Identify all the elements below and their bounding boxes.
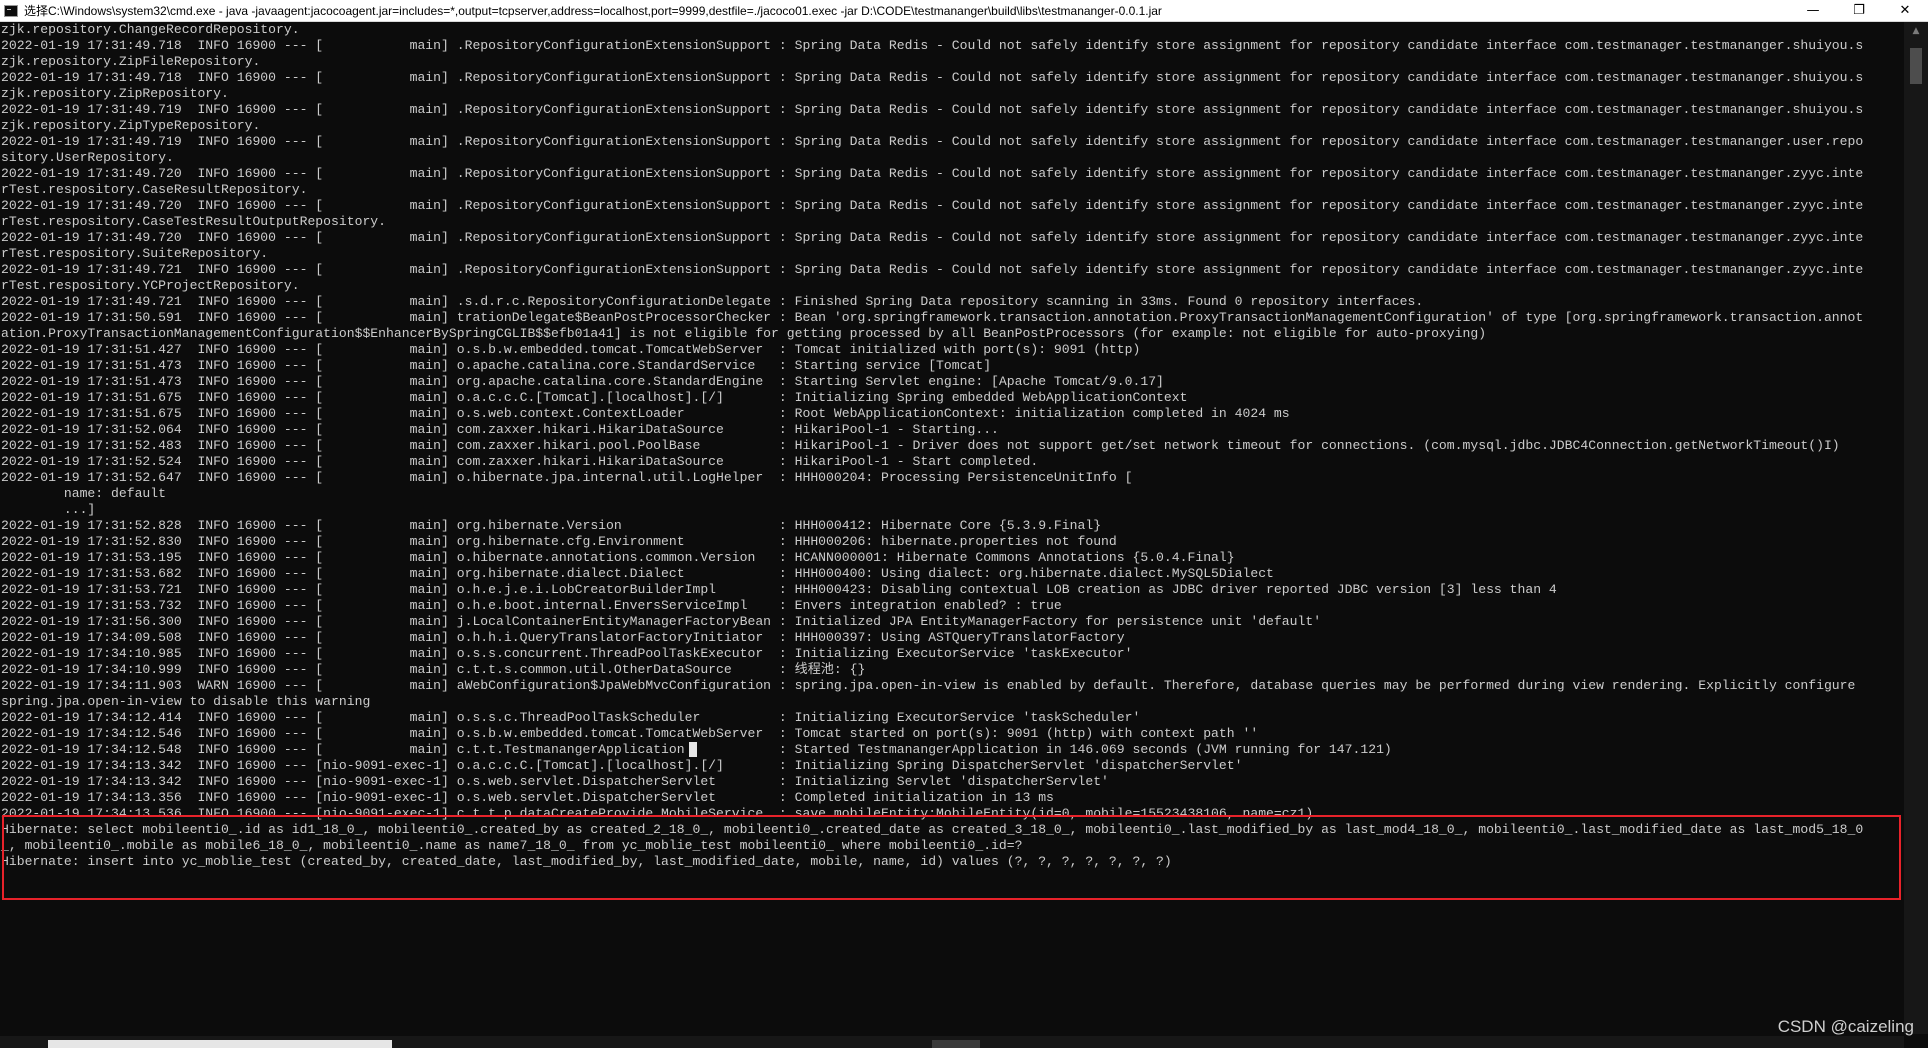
console-line: 2022-01-19 17:34:10.999 INFO 16900 --- […	[1, 662, 866, 677]
console-line: 2022-01-19 17:31:52.828 INFO 16900 --- […	[1, 518, 1102, 533]
title-bar[interactable]: 选择C:\Windows\system32\cmd.exe - java -ja…	[0, 0, 1928, 22]
console-line: 2022-01-19 17:34:13.342 INFO 16900 --- […	[1, 758, 1243, 773]
console-line: 2022-01-19 17:31:52.524 INFO 16900 --- […	[1, 454, 1039, 469]
window-title: 选择C:\Windows\system32\cmd.exe - java -ja…	[24, 4, 1162, 18]
console-line: zjk.repository.ZipTypeRepository.	[1, 118, 261, 133]
console-line: 2022-01-19 17:31:51.675 INFO 16900 --- […	[1, 390, 1188, 405]
console-line: sitory.UserRepository.	[1, 150, 174, 165]
console-line: 2022-01-19 17:31:53.195 INFO 16900 --- […	[1, 550, 1235, 565]
console-line: zjk.repository.ZipRepository.	[1, 86, 229, 101]
console-line: 2022-01-19 17:31:49.718 INFO 16900 --- […	[1, 38, 1864, 53]
console-line: Hibernate: insert into yc_moblie_test (c…	[1, 854, 1172, 869]
console-line: 2022-01-19 17:31:51.473 INFO 16900 --- […	[1, 374, 1164, 389]
console-line: 2022-01-19 17:34:13.536 INFO 16900 --- […	[1, 806, 1314, 821]
console-line: spring.jpa.open-in-view to disable this …	[1, 694, 371, 709]
console-line: 2022-01-19 17:31:49.719 INFO 16900 --- […	[1, 134, 1864, 149]
console-line: 2022-01-19 17:34:09.508 INFO 16900 --- […	[1, 630, 1125, 645]
console-line: 2022-01-19 17:31:49.721 INFO 16900 --- […	[1, 262, 1864, 277]
console-line: 2022-01-19 17:34:11.903 WARN 16900 --- […	[1, 678, 1856, 693]
horizontal-scrollbar[interactable]	[0, 1036, 1904, 1048]
console-line: 2022-01-19 17:31:52.647 INFO 16900 --- […	[1, 470, 1133, 485]
console-line: ation.ProxyTransactionManagementConfigur…	[1, 326, 1487, 341]
console-line: 2022-01-19 17:31:49.720 INFO 16900 --- […	[1, 166, 1864, 181]
console-output[interactable]: zjk.repository.ChangeRecordRepository. 20…	[0, 22, 1902, 1034]
console-line: 2022-01-19 17:34:12.546 INFO 16900 --- […	[1, 726, 1259, 741]
minimize-button[interactable]: —	[1790, 0, 1836, 21]
console-line: 2022-01-19 17:31:49.721 INFO 16900 --- […	[1, 294, 1424, 309]
console-line: name: default	[1, 486, 167, 501]
console-line: 2022-01-19 17:31:49.720 INFO 16900 --- […	[1, 230, 1864, 245]
console-line: ...]	[1, 502, 96, 517]
scroll-up-arrow-icon[interactable]: ▲	[1904, 22, 1928, 40]
horizontal-scroll-thumb[interactable]	[48, 1040, 392, 1048]
console-line: _, mobileenti0_.mobile as mobile6_18_0_,…	[1, 838, 1023, 853]
console-line: zjk.repository.ChangeRecordRepository.	[1, 22, 300, 37]
console-line: rTest.respository.CaseResultRepository.	[1, 182, 308, 197]
console-line: 2022-01-19 17:31:52.064 INFO 16900 --- […	[1, 422, 999, 437]
console-line: 2022-01-19 17:31:53.732 INFO 16900 --- […	[1, 598, 1062, 613]
console-line: 2022-01-19 17:31:49.720 INFO 16900 --- […	[1, 198, 1864, 213]
console-line: 2022-01-19 17:31:51.427 INFO 16900 --- […	[1, 342, 1141, 357]
console-line: Hibernate: select mobileenti0_.id as id1…	[1, 822, 1864, 837]
console-line: zjk.repository.ZipFileRepository.	[1, 54, 261, 69]
vertical-scrollbar[interactable]: ▲	[1904, 22, 1928, 1034]
console-line: 2022-01-19 17:31:53.682 INFO 16900 --- […	[1, 566, 1274, 581]
console-line: 2022-01-19 17:31:52.830 INFO 16900 --- […	[1, 534, 1117, 549]
console-line: 2022-01-19 17:31:51.473 INFO 16900 --- […	[1, 358, 992, 373]
vertical-scroll-thumb[interactable]	[1910, 48, 1922, 84]
console-line: 2022-01-19 17:31:49.719 INFO 16900 --- […	[1, 102, 1864, 117]
console-line: 2022-01-19 17:34:12.414 INFO 16900 --- […	[1, 710, 1141, 725]
console-line: rTest.respository.SuiteRepository.	[1, 246, 269, 261]
watermark: CSDN @caizeling	[1777, 1017, 1914, 1036]
cmd-app-icon[interactable]	[4, 4, 18, 17]
console-line: 2022-01-19 17:31:52.483 INFO 16900 --- […	[1, 438, 1840, 453]
maximize-button[interactable]: ❐	[1836, 0, 1882, 21]
console-line: 2022-01-19 17:31:51.675 INFO 16900 --- […	[1, 406, 1290, 421]
text-cursor	[689, 742, 697, 757]
console-line: 2022-01-19 17:31:50.591 INFO 16900 --- […	[1, 310, 1864, 325]
console-line: 2022-01-19 17:31:49.718 INFO 16900 --- […	[1, 70, 1864, 85]
console-line: 2022-01-19 17:34:10.985 INFO 16900 --- […	[1, 646, 1133, 661]
console-line: 2022-01-19 17:34:12.548 INFO 16900 --- […	[1, 742, 1392, 757]
console-line: rTest.respository.YCProjectRepository.	[1, 278, 300, 293]
console-line: 2022-01-19 17:34:13.356 INFO 16900 --- […	[1, 790, 1054, 805]
console-line: 2022-01-19 17:31:53.721 INFO 16900 --- […	[1, 582, 1557, 597]
taskbar-indicator	[932, 1040, 980, 1048]
console-line: rTest.respository.CaseTestResultOutputRe…	[1, 214, 387, 229]
close-button[interactable]: ✕	[1882, 0, 1928, 21]
console-line: 2022-01-19 17:31:56.300 INFO 16900 --- […	[1, 614, 1322, 629]
console-line: 2022-01-19 17:34:13.342 INFO 16900 --- […	[1, 774, 1109, 789]
